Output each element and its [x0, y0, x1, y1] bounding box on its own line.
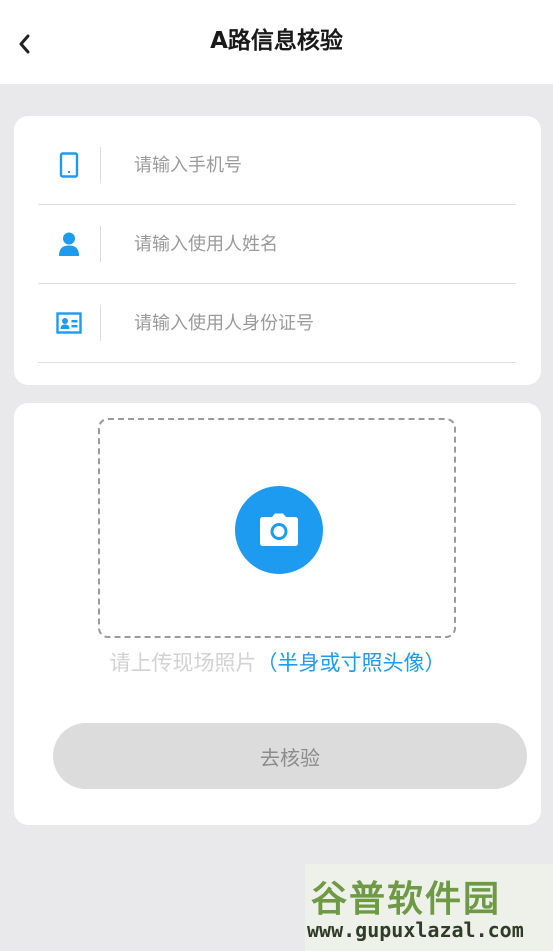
upload-hint-main: 请上传现场照片	[109, 651, 257, 675]
watermark-url: www.gupuxlazal.com	[307, 918, 524, 942]
nav-bar: A路信息核验	[0, 0, 553, 84]
page-title: A路信息核验	[210, 28, 343, 54]
phone-input[interactable]	[134, 147, 504, 183]
user-icon	[56, 231, 82, 257]
camera-icon	[260, 513, 298, 546]
phone-icon	[56, 152, 82, 178]
photo-upload-area[interactable]	[98, 418, 456, 638]
watermark-logo: 谷普软件园	[311, 879, 502, 920]
info-form-card	[14, 116, 541, 385]
field-divider	[100, 147, 101, 183]
id-number-input[interactable]	[134, 305, 504, 341]
upload-hint-detail: （半身或寸照头像）	[256, 651, 446, 675]
camera-button[interactable]	[235, 486, 323, 574]
verify-button[interactable]: 去核验	[53, 723, 527, 789]
watermark: 谷普软件园 www.gupuxlazal.com	[305, 864, 553, 951]
user-name-input[interactable]	[134, 226, 504, 262]
id-card-icon	[56, 310, 82, 336]
photo-upload-card: 请上传现场照片（半身或寸照头像） 去核验	[14, 403, 541, 825]
upload-hint: 请上传现场照片（半身或寸照头像）	[14, 649, 541, 677]
phone-row	[38, 126, 516, 205]
name-row	[38, 205, 516, 284]
id-row	[38, 284, 516, 363]
field-divider	[100, 226, 101, 262]
field-divider	[100, 305, 101, 341]
